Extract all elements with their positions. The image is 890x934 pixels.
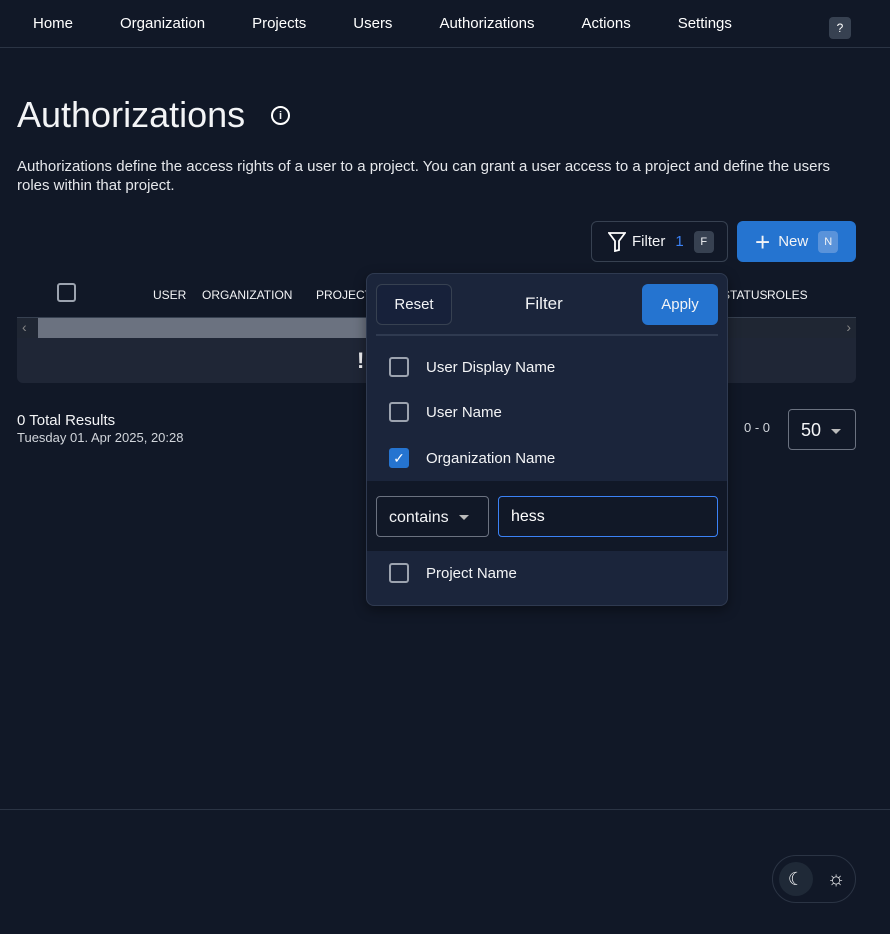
new-shortcut: N xyxy=(818,230,839,253)
top-nav: Home Organization Projects Users Authori… xyxy=(0,0,890,48)
select-all-checkbox[interactable] xyxy=(57,283,76,302)
column-status[interactable]: STATUS xyxy=(722,288,768,302)
nav-settings[interactable]: Settings xyxy=(678,15,732,32)
column-project[interactable]: PROJECT xyxy=(316,288,372,302)
option-label: User Display Name xyxy=(426,358,556,376)
filter-shortcut: F xyxy=(693,230,714,253)
option-label: Project Name xyxy=(426,564,517,582)
new-label: New xyxy=(778,233,809,250)
chevron-down-icon xyxy=(458,515,469,521)
nav-projects[interactable]: Projects xyxy=(252,15,306,32)
filter-count: 1 xyxy=(675,233,684,250)
filter-popover: Reset Filter Apply User Display Name Use… xyxy=(366,273,728,606)
theme-toggle[interactable]: ☾ ☼ xyxy=(772,855,856,903)
page-range: 0 - 0 xyxy=(744,420,771,435)
filter-button[interactable]: Filter 1 F xyxy=(591,221,728,262)
checkbox-checked[interactable]: ✓ xyxy=(389,448,409,468)
info-icon[interactable]: i xyxy=(271,106,290,125)
nav-home[interactable]: Home xyxy=(33,15,73,32)
filter-option-user-name[interactable]: User Name xyxy=(389,402,502,422)
condition-value: contains xyxy=(389,509,449,526)
filter-condition-row: contains xyxy=(367,481,727,551)
sun-icon[interactable]: ☼ xyxy=(819,862,853,896)
page-size-value: 50 xyxy=(801,420,822,440)
help-button[interactable]: ? xyxy=(829,17,851,39)
column-organization[interactable]: ORGANIZATION xyxy=(202,288,292,302)
filter-option-organization-name[interactable]: ✓ Organization Name xyxy=(389,448,555,468)
moon-icon[interactable]: ☾ xyxy=(779,862,813,896)
filter-label: Filter xyxy=(632,233,666,250)
filter-icon xyxy=(608,231,626,252)
column-roles[interactable]: ROLES xyxy=(767,288,808,302)
filter-title: Filter xyxy=(525,294,563,313)
page-title: Authorizations xyxy=(17,94,246,135)
option-label: User Name xyxy=(426,403,502,421)
plus-icon: + xyxy=(755,226,771,257)
filter-option-project-name[interactable]: Project Name xyxy=(389,563,517,583)
nav-organization[interactable]: Organization xyxy=(120,15,205,32)
new-button[interactable]: + New N xyxy=(737,221,856,262)
checkbox[interactable] xyxy=(389,402,409,422)
nav-users[interactable]: Users xyxy=(353,15,392,32)
results-timestamp: Tuesday 01. Apr 2025, 20:28 xyxy=(17,430,184,445)
nav-actions[interactable]: Actions xyxy=(582,15,631,32)
apply-button[interactable]: Apply xyxy=(642,284,718,325)
page-description: Authorizations define the access rights … xyxy=(17,158,830,194)
page-size-select[interactable]: 50 xyxy=(788,409,856,450)
divider xyxy=(376,334,718,336)
option-label: Organization Name xyxy=(426,449,556,467)
filter-option-user-display-name[interactable]: User Display Name xyxy=(389,357,555,377)
nav-authorizations[interactable]: Authorizations xyxy=(439,15,534,32)
footer-divider xyxy=(0,809,890,810)
total-results: 0 Total Results xyxy=(17,412,116,429)
reset-button[interactable]: Reset xyxy=(376,284,452,325)
checkbox[interactable] xyxy=(389,563,409,583)
filter-value-input[interactable] xyxy=(498,496,718,537)
column-user[interactable]: USER xyxy=(153,288,186,302)
scroll-right-icon[interactable]: › xyxy=(846,319,851,335)
chevron-down-icon xyxy=(831,428,842,434)
checkbox[interactable] xyxy=(389,357,409,377)
scroll-left-icon[interactable]: ‹ xyxy=(22,319,27,335)
warning-icon: ! xyxy=(357,348,365,373)
condition-select[interactable]: contains xyxy=(376,496,489,537)
